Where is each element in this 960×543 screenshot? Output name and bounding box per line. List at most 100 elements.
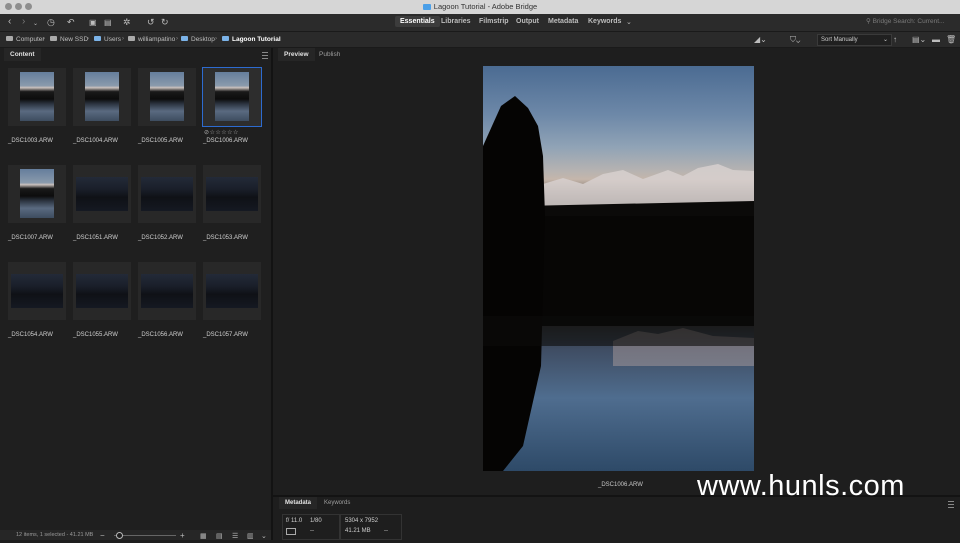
delete-icon[interactable]: 🗑 [946,34,956,46]
thumbnail[interactable] [8,262,66,320]
title-bar: Lagoon Tutorial - Adobe Bridge [0,0,960,15]
thumbnail[interactable] [138,262,196,320]
sort-direction-icon[interactable]: ↑ [893,34,897,46]
panel-menu-icon[interactable] [948,501,954,508]
breadcrumb-desktop[interactable]: Desktop [181,36,215,43]
lock-thumbnail-icon[interactable]: ▥ [247,531,254,543]
breadcrumb-label: New SSD [60,36,89,43]
workspace-more-icon[interactable]: ⌄ [626,17,632,29]
window-title: Lagoon Tutorial - Adobe Bridge [433,2,538,11]
thumbnail-filename[interactable]: _DSC1006.ARW [203,138,248,144]
thumbnail-image [206,177,258,211]
breadcrumb-separator: › [176,36,178,42]
thumbnail-filename[interactable]: _DSC1007.ARW [8,235,53,241]
thumbnail[interactable] [73,262,131,320]
thumbnail[interactable] [202,67,262,127]
quality-filter-icon[interactable]: ◢⌄ [754,34,767,46]
search-icon: ⚲ [866,18,873,25]
status-text: 12 items, 1 selected - 41.21 MB [16,532,94,538]
search-placeholder: Bridge Search: Current... [872,18,945,25]
application-bar: ‹ › ⌄ ◷ ↶ ▣ ▤ ✲ ↺ ↻ Essentials Libraries… [0,14,960,32]
thumbnail[interactable] [73,165,131,223]
back-icon[interactable]: ‹ [8,16,11,28]
thumbnail[interactable] [203,262,261,320]
tab-metadata[interactable]: Metadata [279,497,318,509]
thumbnail-filename[interactable]: _DSC1054.ARW [8,332,53,338]
thumbnail-filename[interactable]: _DSC1003.ARW [8,138,53,144]
breadcrumb-lagoon-tutorial[interactable]: Lagoon Tutorial [222,36,281,43]
sort-dropdown[interactable]: Sort Manually ⌄ [817,34,892,46]
drive-icon [50,36,57,41]
list-view-icon[interactable]: ☰ [232,531,238,543]
recent-history-icon[interactable]: ◷ [47,16,55,28]
breadcrumb-williampatino[interactable]: williampatino [128,36,175,43]
preview-image[interactable] [483,66,754,471]
breadcrumb-new-ssd[interactable]: New SSD [50,36,88,43]
tab-content[interactable]: Content [4,48,41,61]
sort-label: Sort Manually [821,37,858,43]
workspace-essentials[interactable]: Essentials [395,16,440,27]
tab-keywords[interactable]: Keywords [318,497,356,509]
thumbnail-filename[interactable]: _DSC1056.ARW [138,332,183,338]
forward-icon[interactable]: › [22,16,25,28]
thumbnail-filename[interactable]: _DSC1051.ARW [73,235,118,241]
breadcrumb-computer[interactable]: Computer [6,36,45,43]
thumbnail-filename[interactable]: _DSC1005.ARW [138,138,183,144]
thumbnail-image [85,72,119,121]
workspace-filmstrip[interactable]: Filmstrip [479,18,509,25]
workspace-libraries[interactable]: Libraries [441,18,471,25]
tab-preview[interactable]: Preview [278,48,315,61]
chevron-down-icon: ⌄ [882,37,888,43]
chevron-down-icon[interactable]: ⌄ [33,18,38,30]
thumbnail[interactable] [8,165,66,223]
metering-icon [286,528,296,535]
thumbnail[interactable] [8,68,66,126]
thumbnail-filename[interactable]: _DSC1052.ARW [138,235,183,241]
filter-icon[interactable]: ⛉⌄ [790,34,800,46]
metadata-empty-value: -- [384,528,388,534]
workspace-keywords[interactable]: Keywords [588,18,621,25]
rating-stars[interactable]: ⊘☆☆☆☆☆ [204,129,239,136]
metadata-empty-value: -- [310,528,314,534]
watermark: www.hunls.com [697,470,905,502]
dimensions-value: 5304 x 7952 [345,518,379,524]
new-folder-icon[interactable]: ▬ [932,34,940,46]
thumbnail-image [206,274,258,308]
thumbnail-filename[interactable]: _DSC1055.ARW [73,332,118,338]
thumbnail-filename[interactable]: _DSC1053.ARW [203,235,248,241]
recent-files-icon[interactable]: ▤⌄ [912,34,926,46]
thumbnail-filename[interactable]: _DSC1057.ARW [203,332,248,338]
grid-view-icon[interactable]: ▦ [200,531,207,543]
breadcrumb-separator: › [43,36,45,42]
thumbnail-image [215,72,249,121]
zoom-in-icon[interactable]: + [180,530,185,542]
preview-photo [483,96,754,471]
rotate-right-icon[interactable]: ↻ [161,16,169,28]
boomerang-icon[interactable]: ↶ [67,16,75,28]
home-icon [128,36,135,41]
details-view-icon[interactable]: ▤ [216,531,223,543]
workspace-output[interactable]: Output [516,18,539,25]
search-input[interactable]: ⚲ Bridge Search: Current... [866,16,956,28]
thumbnail[interactable] [203,165,261,223]
thumbnail-image [76,274,128,308]
refine-icon[interactable]: ▤ [104,17,112,29]
thumbnail[interactable] [138,165,196,223]
thumbnail[interactable] [138,68,196,126]
rotate-left-icon[interactable]: ↺ [147,16,155,28]
thumbnail-filename[interactable]: _DSC1004.ARW [73,138,118,144]
slider-thumb[interactable] [116,532,123,539]
thumbnail[interactable] [73,68,131,126]
breadcrumb-users[interactable]: Users [94,36,121,43]
panel-menu-icon[interactable] [262,52,268,59]
aperture-value: f/ 11.0 [286,518,303,524]
open-in-camera-raw-icon[interactable]: ✲ [123,16,131,28]
tab-publish[interactable]: Publish [313,48,346,61]
zoom-out-icon[interactable]: − [100,530,105,542]
camera-import-icon[interactable]: ▣ [89,17,97,29]
view-options-icon[interactable]: ⌄ [261,531,267,543]
workspace-metadata[interactable]: Metadata [548,18,578,25]
thumbnail-size-slider[interactable] [114,535,176,536]
thumbnail-image [141,177,193,211]
shutter-value: 1/80 [310,518,322,524]
